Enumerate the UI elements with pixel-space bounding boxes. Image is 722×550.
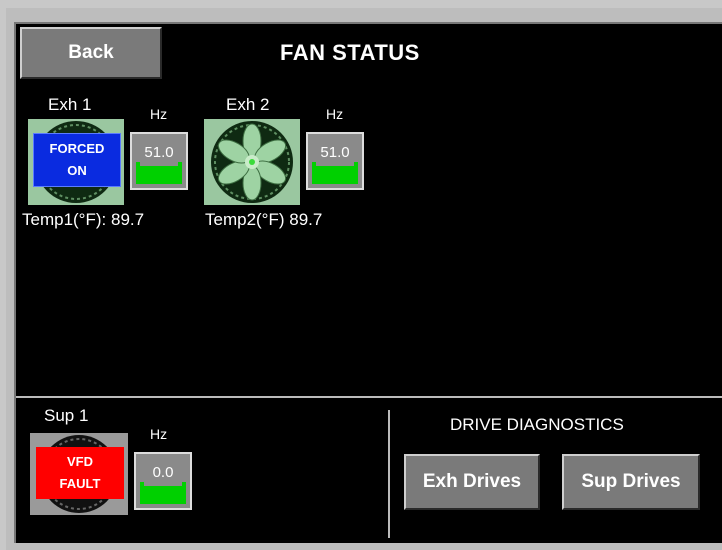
sup1-hz-unit: Hz	[150, 426, 168, 442]
temp2-readout: Temp2(°F) 89.7	[205, 210, 322, 230]
drive-diagnostics-title: DRIVE DIAGNOSTICS	[450, 415, 624, 434]
exh2-hz-value: 51.0	[320, 144, 350, 161]
exh1-hz-value: 51.0	[144, 144, 174, 161]
exh1-hz-gauge: 51.0	[130, 132, 188, 190]
temp1-label: Temp1(°F):	[22, 210, 107, 229]
section-divider	[16, 396, 722, 398]
sup1-label: Sup 1	[44, 406, 89, 425]
sup1-hz-value: 0.0	[152, 464, 174, 481]
diagnostics-divider	[388, 410, 390, 538]
status-line1: VFD	[67, 454, 93, 469]
exh1-label: Exh 1	[48, 95, 92, 114]
exh2-label: Exh 2	[226, 95, 270, 114]
status-line2: ON	[67, 163, 87, 178]
temp1-value: 89.7	[111, 210, 145, 229]
sup1-hz-gauge: 0.0	[134, 452, 192, 510]
temp1-readout: Temp1(°F): 89.7	[22, 210, 144, 230]
temp2-value: 89.7	[289, 210, 323, 229]
exh2-hz-gauge: 51.0	[306, 132, 364, 190]
page-title: FAN STATUS	[280, 40, 420, 65]
exh1-hz-unit: Hz	[150, 106, 168, 122]
exh1-forced-on-status: FORCED ON	[33, 133, 121, 187]
exh2-fan[interactable]	[204, 119, 300, 205]
back-button[interactable]: Back	[20, 27, 162, 79]
sup-drives-button[interactable]: Sup Drives	[562, 454, 700, 510]
status-line2: FAULT	[59, 476, 101, 491]
fan-icon	[211, 121, 293, 203]
sup1-vfd-fault-status: VFD FAULT	[36, 447, 124, 499]
temp2-label: Temp2(°F)	[205, 210, 285, 229]
sup1-fan[interactable]: VFD FAULT	[30, 433, 128, 515]
status-line1: FORCED	[49, 141, 105, 156]
exh-drives-button[interactable]: Exh Drives	[404, 454, 540, 510]
exh2-hz-unit: Hz	[326, 106, 344, 122]
exh1-fan[interactable]: FORCED ON	[28, 119, 124, 205]
